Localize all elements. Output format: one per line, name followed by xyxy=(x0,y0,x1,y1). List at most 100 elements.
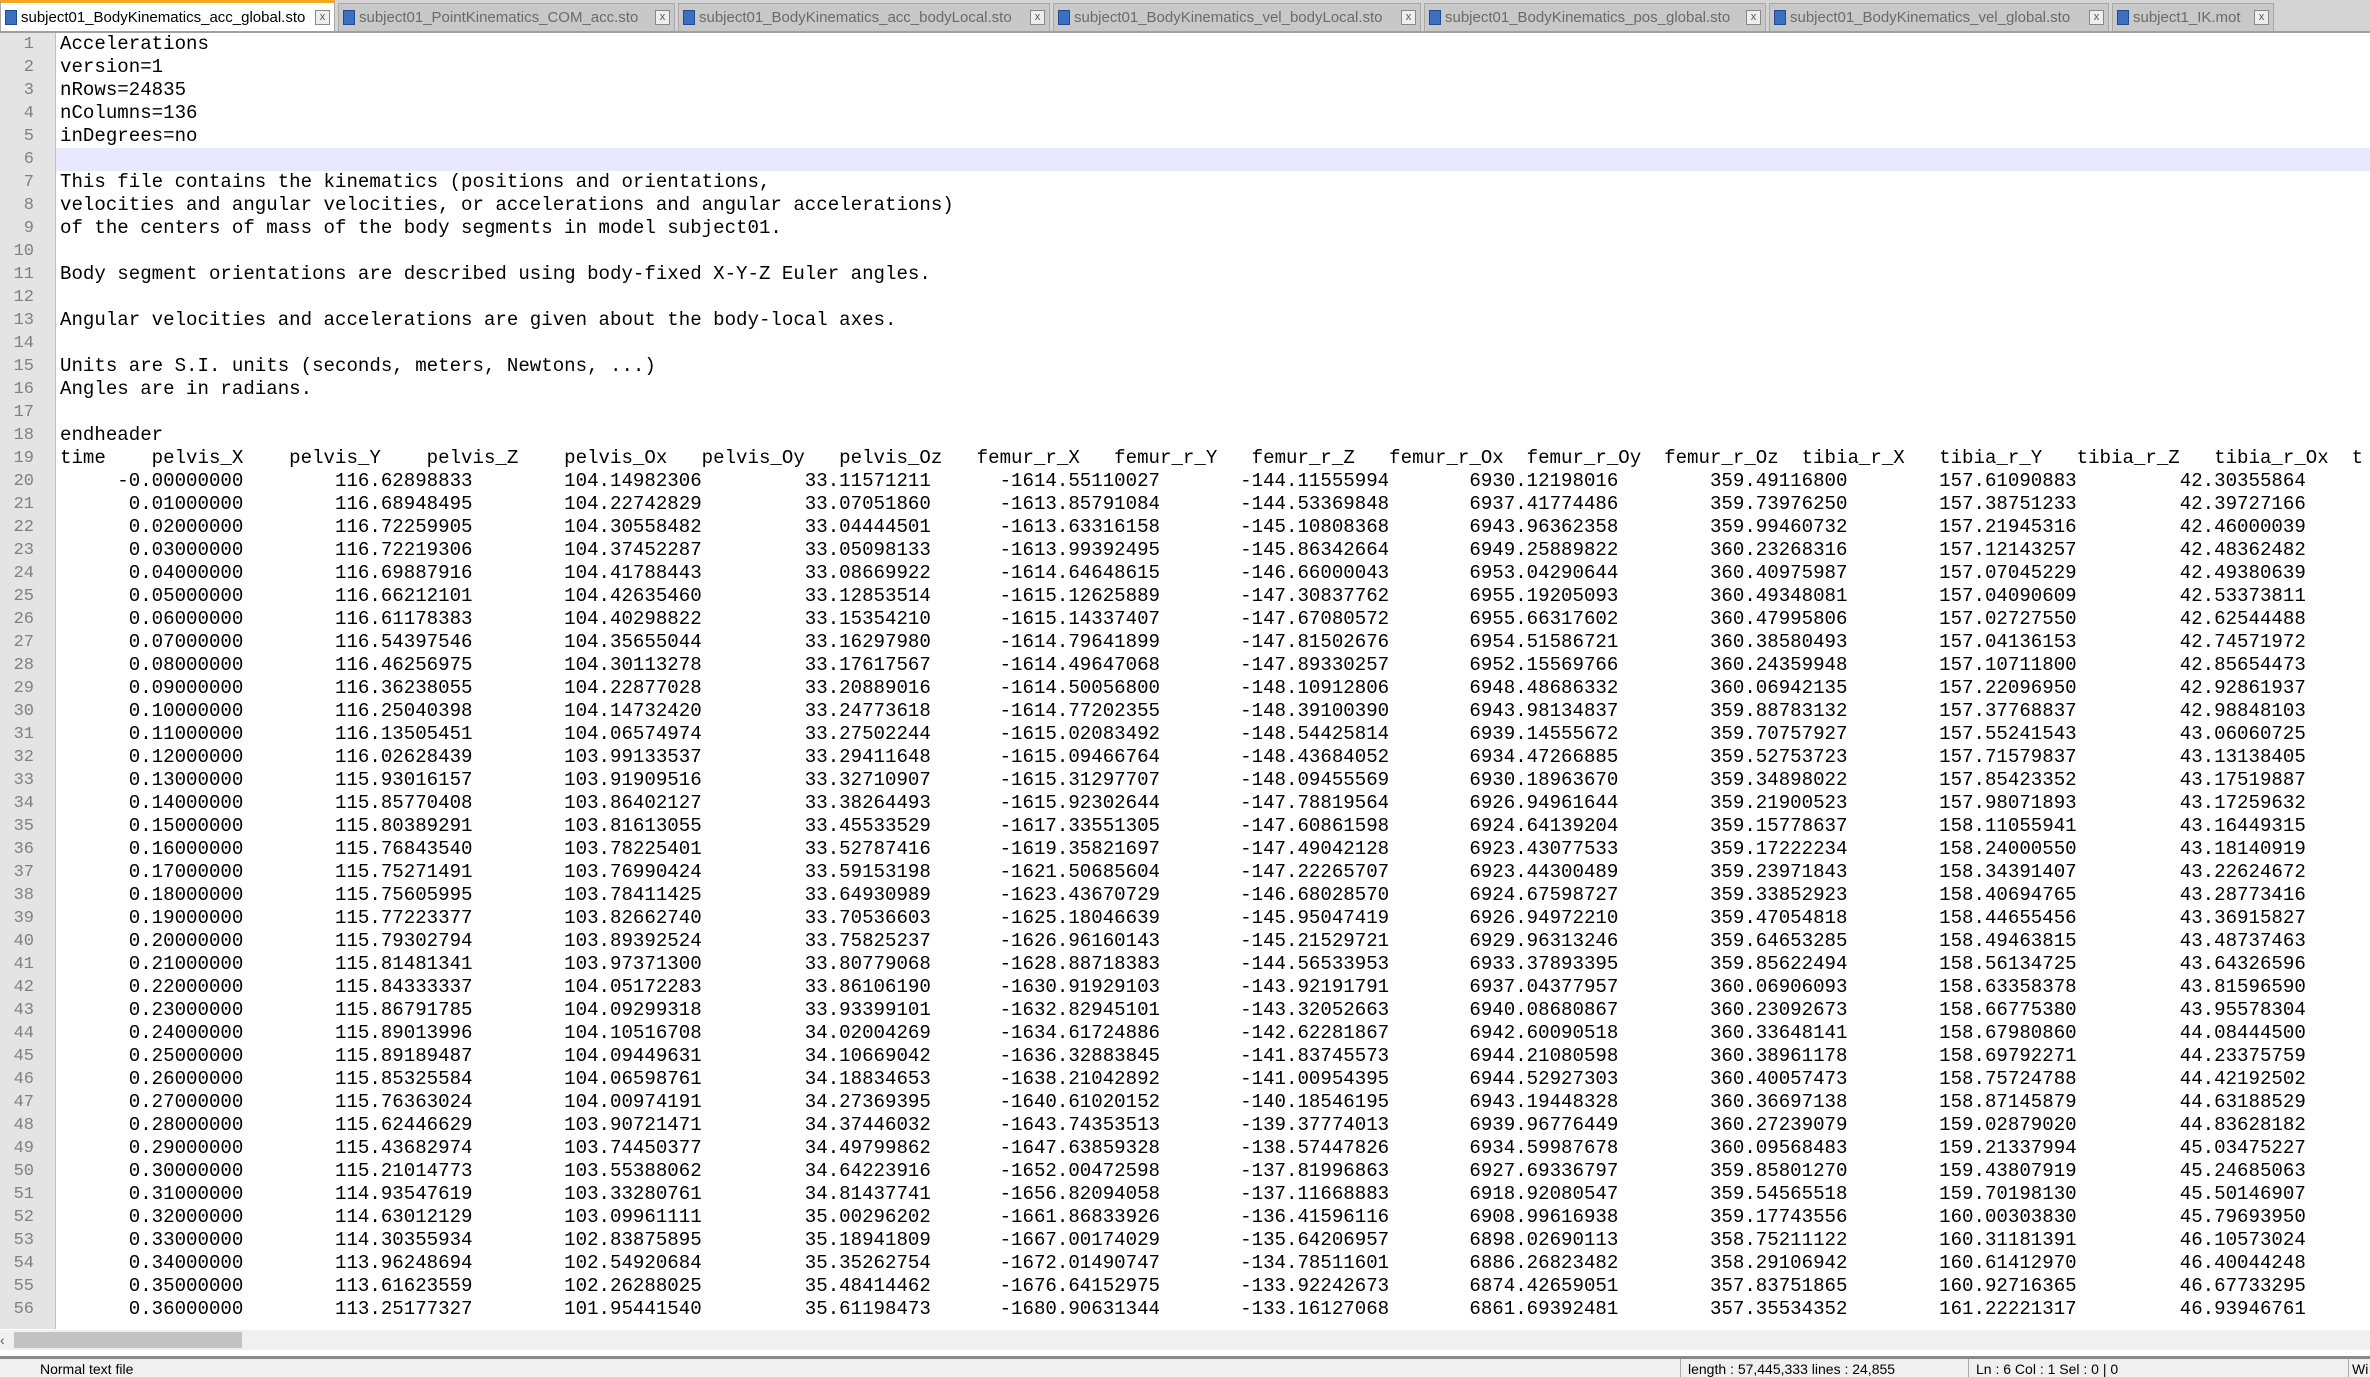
text-area[interactable]: Accelerations version=1 nRows=24835 nColumn… xyxy=(56,33,2370,1329)
tab-bar: subject01_BodyKinematics_acc_global.sto x… xyxy=(0,0,2370,33)
file-icon xyxy=(343,10,355,25)
header-line: inDegrees=no xyxy=(60,125,198,147)
line-number: 34 xyxy=(13,794,34,813)
data-row: -0.00000000 116.62898833 104.14982306 33… xyxy=(60,470,2306,492)
tab-4[interactable]: subject01_BodyKinematics_pos_global.sto x xyxy=(1424,3,1766,31)
file-icon xyxy=(5,9,17,25)
line-number: 29 xyxy=(13,679,34,698)
data-row: 0.07000000 116.54397546 104.35655044 33.… xyxy=(60,631,2306,653)
line-number: 50 xyxy=(13,1162,34,1181)
line-number: 2 xyxy=(23,58,34,77)
data-row: 0.03000000 116.72219306 104.37452287 33.… xyxy=(60,539,2306,561)
data-row: 0.22000000 115.84333337 104.05172283 33.… xyxy=(60,976,2306,998)
header-line: Body segment orientations are described … xyxy=(60,263,931,285)
line-number: 24 xyxy=(13,564,34,583)
status-length: length : 57,445,333 lines : 24,855 xyxy=(1688,1361,1896,1377)
header-line xyxy=(56,148,2370,171)
data-row: 0.15000000 115.80389291 103.81613055 33.… xyxy=(60,815,2306,837)
line-number: 8 xyxy=(23,196,34,215)
line-number: 6 xyxy=(23,150,34,169)
data-row: 0.16000000 115.76843540 103.78225401 33.… xyxy=(60,838,2306,860)
line-number: 56 xyxy=(13,1300,34,1319)
data-row: 0.17000000 115.75271491 103.76990424 33.… xyxy=(60,861,2306,883)
close-icon[interactable]: x xyxy=(655,10,670,25)
line-number: 27 xyxy=(13,633,34,652)
tab-5[interactable]: subject01_BodyKinematics_vel_global.sto x xyxy=(1769,3,2109,31)
line-number: 32 xyxy=(13,748,34,767)
header-line: Angles are in radians. xyxy=(60,378,313,400)
line-number: 45 xyxy=(13,1047,34,1066)
file-icon xyxy=(1774,10,1786,25)
tab-0[interactable]: subject01_BodyKinematics_acc_global.sto x xyxy=(0,0,335,31)
line-number: 9 xyxy=(23,219,34,238)
line-number: 21 xyxy=(13,495,34,514)
tab-label: subject01_BodyKinematics_vel_global.sto xyxy=(1790,9,2071,26)
line-number: 7 xyxy=(23,173,34,192)
line-number: 14 xyxy=(13,334,34,353)
line-number: 23 xyxy=(13,541,34,560)
tab-2[interactable]: subject01_BodyKinematics_acc_bodyLocal.s… xyxy=(678,3,1050,31)
line-number: 47 xyxy=(13,1093,34,1112)
line-number: 48 xyxy=(13,1116,34,1135)
line-number: 15 xyxy=(13,357,34,376)
data-row: 0.04000000 116.69887916 104.41788443 33.… xyxy=(60,562,2306,584)
header-line xyxy=(56,332,2370,355)
header-line: Angular velocities and accelerations are… xyxy=(60,309,897,331)
line-number: 37 xyxy=(13,863,34,882)
tab-3[interactable]: subject01_BodyKinematics_vel_bodyLocal.s… xyxy=(1053,3,1421,31)
tab-6[interactable]: subject1_IK.mot x xyxy=(2112,3,2274,31)
tab-1[interactable]: subject01_PointKinematics_COM_acc.sto x xyxy=(338,3,675,31)
data-row: 0.21000000 115.81481341 103.97371300 33.… xyxy=(60,953,2306,975)
data-row: 0.23000000 115.86791785 104.09299318 33.… xyxy=(60,999,2306,1021)
horizontal-scrollbar[interactable]: ‹ xyxy=(0,1330,2370,1350)
data-row: 0.09000000 116.36238055 104.22877028 33.… xyxy=(60,677,2306,699)
close-icon[interactable]: x xyxy=(2254,10,2269,25)
line-number: 49 xyxy=(13,1139,34,1158)
line-number: 5 xyxy=(23,127,34,146)
header-line: Accelerations xyxy=(60,33,209,55)
data-row: 0.20000000 115.79302794 103.89392524 33.… xyxy=(60,930,2306,952)
line-number: 46 xyxy=(13,1070,34,1089)
file-icon xyxy=(1058,10,1070,25)
column-header-row: time pelvis_X pelvis_Y pelvis_Z pelvis_O… xyxy=(60,447,2364,469)
line-number: 3 xyxy=(23,81,34,100)
data-row: 0.29000000 115.43682974 103.74450377 34.… xyxy=(60,1137,2306,1159)
scroll-left-icon[interactable]: ‹ xyxy=(0,1330,12,1350)
status-extra: Wi xyxy=(2352,1361,2369,1377)
line-number: 22 xyxy=(13,518,34,537)
data-row: 0.02000000 116.72259905 104.30558482 33.… xyxy=(60,516,2306,538)
header-line: of the centers of mass of the body segme… xyxy=(60,217,782,239)
line-number: 28 xyxy=(13,656,34,675)
line-number: 55 xyxy=(13,1277,34,1296)
data-row: 0.31000000 114.93547619 103.33280761 34.… xyxy=(60,1183,2306,1205)
line-number: 38 xyxy=(13,886,34,905)
close-icon[interactable]: x xyxy=(1401,10,1416,25)
line-number: 16 xyxy=(13,380,34,399)
header-line: Units are S.I. units (seconds, meters, N… xyxy=(60,355,656,377)
line-number: 39 xyxy=(13,909,34,928)
data-row: 0.27000000 115.76363024 104.00974191 34.… xyxy=(60,1091,2306,1113)
line-number: 26 xyxy=(13,610,34,629)
close-icon[interactable]: x xyxy=(315,9,330,25)
scrollbar-thumb[interactable] xyxy=(14,1332,242,1348)
tab-label: subject01_PointKinematics_COM_acc.sto xyxy=(359,9,639,26)
header-line: nColumns=136 xyxy=(60,102,198,124)
editor[interactable]: 1 2 3 4 5 6 7 8 9 10 11 12 13 14 15 16 17 18 19 20 21 22 23 24 2… xyxy=(0,33,2370,1329)
data-row: 0.34000000 113.96248694 102.54920684 35.… xyxy=(60,1252,2306,1274)
close-icon[interactable]: x xyxy=(2089,10,2104,25)
header-line: nRows=24835 xyxy=(60,79,187,101)
line-number: 1 xyxy=(23,35,34,54)
data-row: 0.05000000 116.66212101 104.42635460 33.… xyxy=(60,585,2306,607)
data-row: 0.32000000 114.63012129 103.09961111 35.… xyxy=(60,1206,2306,1228)
data-row: 0.33000000 114.30355934 102.83875895 35.… xyxy=(60,1229,2306,1251)
data-row: 0.30000000 115.21014773 103.55388062 34.… xyxy=(60,1160,2306,1182)
line-number: 41 xyxy=(13,955,34,974)
data-row: 0.14000000 115.85770408 103.86402127 33.… xyxy=(60,792,2306,814)
line-number-gutter: 1 2 3 4 5 6 7 8 9 10 11 12 13 14 15 16 17 18 19 20 21 22 23 24 2… xyxy=(0,33,56,1329)
line-number: 4 xyxy=(23,104,34,123)
tab-label: subject01_BodyKinematics_acc_bodyLocal.s… xyxy=(699,9,1012,26)
tab-label: subject01_BodyKinematics_acc_global.sto xyxy=(21,8,306,26)
header-line: version=1 xyxy=(60,56,164,78)
close-icon[interactable]: x xyxy=(1746,10,1761,25)
close-icon[interactable]: x xyxy=(1030,10,1045,25)
